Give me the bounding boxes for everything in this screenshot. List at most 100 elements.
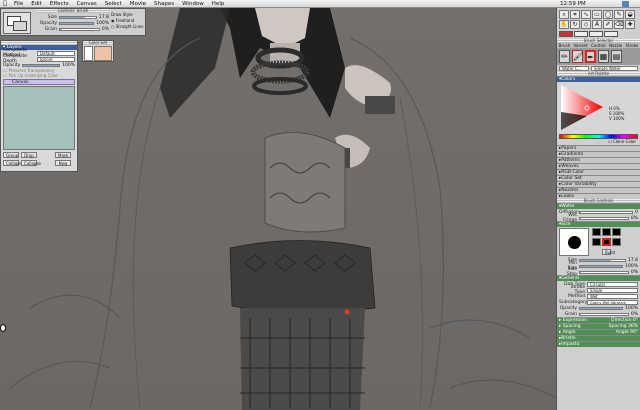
- menu-effects[interactable]: Effects: [46, 1, 73, 7]
- group-button[interactable]: Group: [3, 152, 19, 158]
- layer-adjuster-icon[interactable]: ✚: [625, 20, 635, 29]
- subcategory-select[interactable]: Grainy Wet Abrasive: [587, 299, 638, 305]
- diffusion-slider[interactable]: [579, 210, 634, 214]
- tab-nozzle[interactable]: Nozzle: [609, 43, 622, 48]
- color-swatch-box[interactable]: [3, 12, 31, 34]
- diffusion-value: 0: [635, 209, 638, 215]
- wet-fringe-slider[interactable]: [579, 216, 629, 220]
- layer-list-area[interactable]: [3, 86, 75, 150]
- layer-opacity-slider[interactable]: [22, 63, 61, 67]
- dab-profiles: Build: [592, 228, 621, 256]
- lasso-tool-icon[interactable]: ∿: [581, 10, 591, 19]
- hsv-readout: H 0% S 100% V 100%: [609, 106, 624, 121]
- dropper-tool-icon[interactable]: ✐: [603, 20, 613, 29]
- color-triangle[interactable]: [557, 82, 640, 134]
- brush-category-select[interactable]: Water C...: [559, 66, 589, 71]
- tab-stroke[interactable]: Stroke: [626, 43, 639, 48]
- gen-opacity-slider[interactable]: [579, 306, 624, 310]
- size-ctl-value: 17.8: [627, 257, 638, 263]
- build-button[interactable]: Build: [602, 248, 615, 255]
- dab-icon[interactable]: ▤: [611, 50, 622, 63]
- collapse-button-2[interactable]: Collapse: [21, 160, 41, 166]
- rect-select-tool-icon[interactable]: ▭: [592, 10, 602, 19]
- value-value: V 100%: [609, 116, 625, 121]
- opacity-slider[interactable]: [59, 21, 95, 25]
- grain-label: Grain: [44, 26, 57, 32]
- profile-4-icon[interactable]: [592, 238, 601, 247]
- composite-depth-select[interactable]: Ignore: [37, 56, 75, 62]
- size-step-slider[interactable]: [579, 270, 629, 274]
- gen-grain-label: Grain: [564, 311, 577, 317]
- selector-swatch-1[interactable]: [559, 31, 573, 37]
- menu-bar:  File Edit Effects Canvas Select Movie …: [0, 0, 640, 8]
- grain-slider[interactable]: [59, 27, 100, 31]
- profile-5-icon[interactable]: [602, 238, 611, 247]
- profile-6-icon[interactable]: [612, 238, 621, 247]
- color-picker[interactable]: H 0% S 100% V 100%: [557, 82, 640, 134]
- tab-control[interactable]: Control: [591, 43, 605, 48]
- shape-tool-icon[interactable]: ◇: [581, 20, 591, 29]
- drop-button[interactable]: Drop: [21, 152, 37, 158]
- size-slider[interactable]: [59, 15, 97, 19]
- oval-select-tool-icon[interactable]: ◯: [603, 10, 613, 19]
- mask-button[interactable]: Mask: [55, 152, 71, 158]
- menu-shapes[interactable]: Shapes: [150, 1, 178, 7]
- menu-movie[interactable]: Movie: [126, 1, 150, 7]
- pencil-brush-icon[interactable]: ✏: [559, 50, 570, 63]
- color-set-swatch-2[interactable]: [94, 46, 112, 61]
- new-layer-button[interactable]: New: [55, 160, 71, 166]
- profile-3-icon[interactable]: [612, 228, 621, 236]
- magnifier-tool-icon[interactable]: ⌕: [559, 10, 569, 19]
- apple-menu-icon[interactable]: : [0, 0, 10, 7]
- color-set-swatch-1[interactable]: [84, 46, 93, 61]
- selector-swatch-4[interactable]: [604, 31, 618, 37]
- brush-icons: ✏ 🖌 ✒ ▦ ▤: [557, 48, 640, 65]
- collapse-button[interactable]: Collapse: [3, 160, 23, 166]
- menu-edit[interactable]: Edit: [27, 1, 46, 7]
- wet-fringe-value: 0%: [630, 215, 638, 221]
- additional-color-swatch[interactable]: [13, 21, 27, 31]
- impasto-section[interactable]: ▸ Impasto: [557, 341, 640, 347]
- menu-canvas[interactable]: Canvas: [73, 1, 101, 7]
- opacity-label: Opacity: [39, 20, 57, 26]
- gen-grain-slider[interactable]: [579, 312, 629, 316]
- size-ctl-slider[interactable]: [579, 258, 626, 262]
- painting-canvas[interactable]: [0, 8, 556, 410]
- gen-opacity-label: Opacity: [559, 305, 577, 311]
- selected-variant-icon[interactable]: ✒: [585, 50, 596, 63]
- pattern-icon[interactable]: ▦: [598, 50, 609, 63]
- stroke-type-select[interactable]: Single: [587, 287, 638, 293]
- brush-property-bar: Controls: Brush Size 17.8 Opacity 100% Gra…: [0, 8, 146, 36]
- dab-type-select[interactable]: Circular: [587, 281, 638, 287]
- straight-lines-option[interactable]: ○ Straight Lines: [111, 24, 145, 30]
- menu-file[interactable]: File: [10, 1, 27, 7]
- selector-swatch-2[interactable]: [574, 31, 588, 37]
- profile-1-icon[interactable]: [592, 228, 601, 236]
- water-brush-icon[interactable]: 🖌: [572, 50, 583, 63]
- grabber-tool-icon[interactable]: ✋: [559, 20, 569, 29]
- eraser-tool-icon[interactable]: ⌫: [614, 20, 624, 29]
- rotate-page-icon[interactable]: ↻: [570, 20, 580, 29]
- pick-up-underlying-color[interactable]: ☐ Pick Up Underlying Color: [1, 73, 77, 78]
- selector-swatch-3[interactable]: [589, 31, 603, 37]
- grain-value: 0%: [101, 26, 109, 32]
- finder-icon[interactable]: [622, 1, 629, 7]
- cursor-icon: [0, 324, 6, 332]
- size-label: Size: [47, 14, 57, 20]
- profile-2-icon[interactable]: [602, 228, 611, 236]
- toolbox: ⌕ ⌗ ∿ ▭ ◯ ✎ ◒ ✋ ↻ ◇ A ✐ ⌫ ✚: [557, 8, 640, 31]
- menu-window[interactable]: Window: [178, 1, 208, 7]
- paint-bucket-icon[interactable]: ◒: [625, 10, 635, 19]
- brush-tool-icon[interactable]: ✎: [614, 10, 624, 19]
- tab-brush[interactable]: Brush: [559, 43, 571, 48]
- menu-help[interactable]: Help: [208, 1, 229, 7]
- min-size-slider[interactable]: [579, 264, 624, 268]
- tab-variant[interactable]: Variant: [574, 43, 588, 48]
- crop-tool-icon[interactable]: ⌗: [570, 10, 580, 19]
- layer-row-canvas[interactable]: Canvas: [3, 79, 75, 85]
- method-select[interactable]: Wet: [587, 293, 638, 299]
- menu-select[interactable]: Select: [101, 1, 126, 7]
- composite-method-select[interactable]: Default: [37, 50, 75, 56]
- method-label: Method: [568, 293, 585, 299]
- text-tool-icon[interactable]: A: [592, 20, 602, 29]
